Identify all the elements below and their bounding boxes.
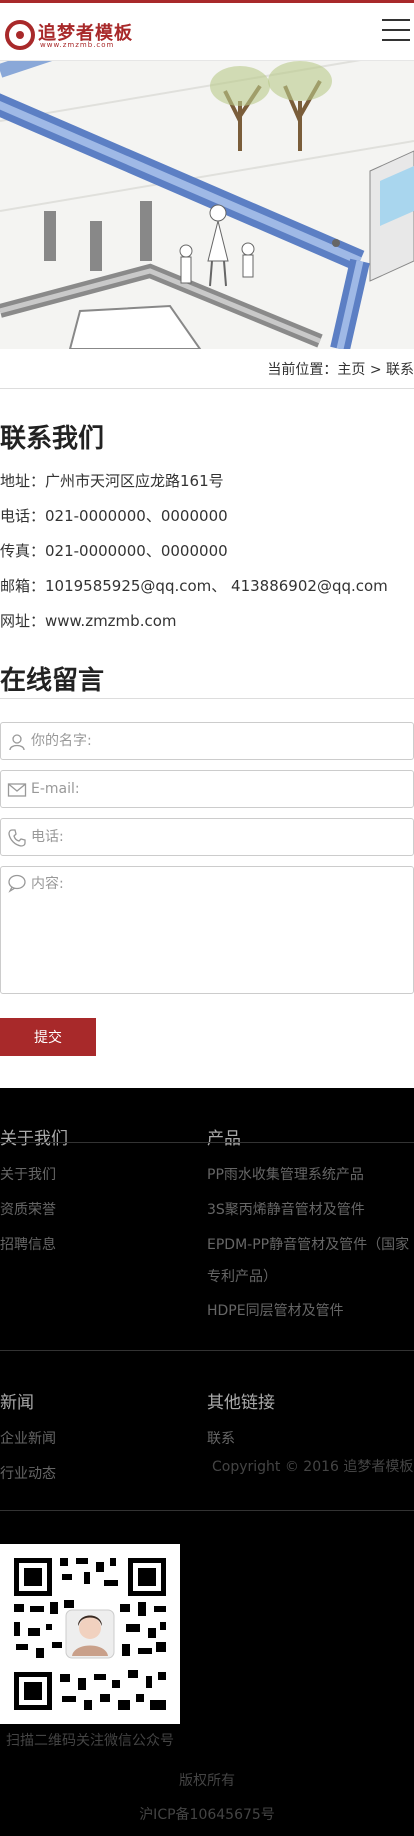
breadcrumb-separator: > — [369, 362, 382, 378]
footer-copyright: Copyright © 2016 追梦者模板 — [212, 1459, 414, 1475]
contact-email: 邮箱：1019585925@qq.com、 413886902@qq.com — [0, 577, 388, 595]
footer-product-link[interactable]: 3S聚丙烯静音管材及管件 — [207, 1199, 365, 1219]
phone-input[interactable] — [31, 819, 401, 855]
contact-address: 地址：广州市天河区应龙路161号 — [0, 472, 224, 490]
user-icon — [9, 734, 25, 751]
breadcrumb-prefix: 当前位置： — [267, 362, 338, 378]
breadcrumb-current: 联系 — [386, 362, 414, 378]
footer-product-link[interactable]: 专利产品） — [207, 1266, 277, 1286]
footer-about-link[interactable]: 关于我们 — [0, 1164, 56, 1184]
footer-product-link[interactable]: EPDM-PP静音管材及管件（国家 — [207, 1234, 409, 1254]
footer-about-link[interactable]: 资质荣誉 — [0, 1199, 56, 1219]
breadcrumb: 当前位置：主页 > 联系 — [0, 349, 414, 389]
phone-field[interactable] — [0, 818, 414, 856]
footer-other-link[interactable]: 联系 — [207, 1428, 235, 1448]
contact-phone: 电话：021-0000000、0000000 — [0, 507, 228, 525]
footer-divider — [0, 1142, 414, 1143]
footer-divider — [0, 1350, 414, 1351]
footer-products-title: 产品 — [207, 1129, 241, 1149]
footer-icp[interactable]: 沪ICP备10645675号 — [0, 1804, 414, 1824]
logo-domain: www.zmzmb.com — [40, 41, 115, 49]
contact-title: 联系我们 — [0, 424, 105, 454]
contact-fax: 传真：021-0000000、0000000 — [0, 542, 228, 560]
qr-code-image — [0, 1544, 180, 1724]
submit-button[interactable]: 提交 — [0, 1018, 96, 1056]
site-header: 追梦者模板 www.zmzmb.com — [0, 3, 414, 61]
breadcrumb-home-link[interactable]: 主页 — [337, 362, 365, 378]
banner-illustration — [0, 61, 414, 349]
form-divider — [0, 698, 414, 699]
footer-news-title: 新闻 — [0, 1393, 34, 1413]
footer-product-link[interactable]: HDPE同层管材及管件 — [207, 1300, 344, 1320]
footer-rights: 版权所有 — [179, 1773, 235, 1789]
form-title: 在线留言 — [0, 666, 105, 696]
footer-links-title: 其他链接 — [207, 1393, 275, 1413]
name-field[interactable] — [0, 722, 414, 760]
chat-bubble-icon — [8, 874, 26, 893]
mail-icon — [7, 783, 27, 797]
phone-icon — [8, 829, 26, 847]
email-field[interactable] — [0, 770, 414, 808]
footer-news-link[interactable]: 企业新闻 — [0, 1428, 56, 1448]
footer-divider — [0, 1510, 414, 1511]
footer-product-link[interactable]: PP雨水收集管理系统产品 — [207, 1164, 364, 1184]
site-logo[interactable]: 追梦者模板 www.zmzmb.com — [4, 17, 144, 51]
logo-swirl-icon — [5, 20, 35, 50]
wechat-qr-code — [0, 1544, 180, 1724]
banner-image — [0, 61, 414, 349]
name-input[interactable] — [31, 723, 401, 759]
footer-about-title: 关于我们 — [0, 1129, 68, 1149]
email-input[interactable] — [31, 771, 401, 807]
hamburger-menu-icon[interactable] — [382, 19, 410, 43]
content-textarea[interactable] — [31, 873, 401, 989]
footer-news-link[interactable]: 行业动态 — [0, 1463, 56, 1483]
content-field[interactable] — [0, 866, 414, 994]
footer-about-link[interactable]: 招聘信息 — [0, 1234, 56, 1254]
site-footer: 关于我们 产品 关于我们 资质荣誉 招聘信息 PP雨水收集管理系统产品 3S聚丙… — [0, 1088, 414, 1836]
contact-website: 网址：www.zmzmb.com — [0, 612, 177, 630]
qr-caption: 扫描二维码关注微信公众号 — [6, 1733, 174, 1749]
